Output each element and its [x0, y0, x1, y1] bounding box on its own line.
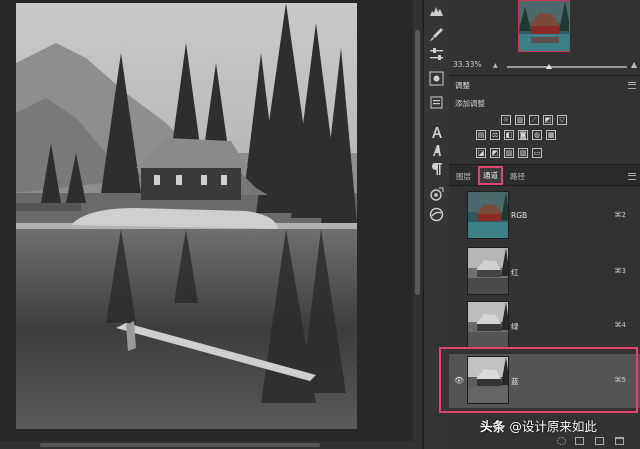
- add-adjustment-label: 添加调整: [455, 99, 485, 108]
- black-white-icon[interactable]: ◧: [504, 130, 514, 140]
- tab-channels[interactable]: 通道: [478, 166, 503, 185]
- channel-mixer-icon[interactable]: ◍: [532, 130, 542, 140]
- scrollbar-thumb[interactable]: [40, 443, 320, 447]
- navigator-preview-image: [519, 1, 569, 51]
- zoom-in-icon[interactable]: ▲: [631, 60, 637, 69]
- navigator-icon[interactable]: [428, 70, 445, 87]
- vibrance-icon[interactable]: ▽: [557, 115, 567, 125]
- libraries-icon[interactable]: [428, 206, 445, 223]
- tab-layers[interactable]: 图层: [453, 169, 474, 184]
- posterize-icon[interactable]: ◩: [490, 148, 500, 158]
- visibility-toggle[interactable]: [454, 211, 464, 221]
- panel-menu-icon[interactable]: [628, 173, 636, 180]
- hue-saturation-icon[interactable]: ▤: [476, 130, 486, 140]
- properties-icon[interactable]: [428, 94, 445, 111]
- channel-row-red[interactable]: 红 ⌘3: [449, 245, 640, 299]
- channel-name: RGB: [511, 211, 528, 220]
- channel-thumbnail: [467, 247, 509, 295]
- adjustments-panel: 调整 添加调整 ☼ ▥ ⟋ ◩ ▽ ▤ ⚖ ◧ ◙ ◍ ▦ ◪ ◩ ▨ ▧ ▭: [449, 76, 640, 165]
- document-image[interactable]: [16, 3, 357, 429]
- layers-channels-paths-tabs: 图层 通道 路径: [449, 165, 640, 186]
- levels-icon[interactable]: ▥: [515, 115, 525, 125]
- curves-icon[interactable]: ⟋: [529, 115, 539, 125]
- canvas-vertical-scrollbar[interactable]: [413, 0, 422, 449]
- channel-name: 绿: [511, 322, 519, 331]
- threshold-icon[interactable]: ▨: [504, 148, 514, 158]
- channel-row-rgb[interactable]: RGB ⌘2: [449, 189, 640, 243]
- adjustments-tab[interactable]: 调整: [455, 80, 470, 91]
- channel-thumbnail: [467, 301, 509, 349]
- panel-menu-icon[interactable]: [628, 82, 636, 89]
- paragraph-icon[interactable]: [428, 160, 445, 177]
- channels-footer: [449, 433, 640, 449]
- lake-cabin-photo: [16, 3, 357, 429]
- brush-settings-icon[interactable]: [428, 186, 445, 203]
- load-selection-icon[interactable]: [557, 437, 566, 445]
- navigator-zoom-slider[interactable]: [507, 64, 627, 69]
- new-channel-icon[interactable]: [595, 437, 604, 445]
- character-icon[interactable]: [428, 124, 445, 141]
- save-selection-icon[interactable]: [575, 437, 584, 445]
- trash-icon[interactable]: [615, 437, 624, 445]
- photo-filter-icon[interactable]: ◙: [518, 130, 528, 140]
- sliders-icon[interactable]: [428, 46, 445, 63]
- color-balance-icon[interactable]: ⚖: [490, 130, 500, 140]
- navigator-zoom-value[interactable]: 33.33%: [453, 60, 482, 69]
- brush-icon[interactable]: [428, 26, 445, 43]
- brightness-contrast-icon[interactable]: ☼: [501, 115, 511, 125]
- glyphs-icon[interactable]: [428, 142, 445, 159]
- watermark-brand: 头条: [480, 419, 506, 434]
- selected-channel-highlight: [439, 347, 638, 413]
- channel-row-green[interactable]: 绿 ⌘4: [449, 299, 640, 353]
- visibility-toggle[interactable]: [454, 321, 464, 331]
- navigator-panel: 33.33% ▲ ▲: [449, 0, 640, 76]
- exposure-icon[interactable]: ◩: [543, 115, 553, 125]
- channel-shortcut: ⌘3: [614, 267, 626, 275]
- gradient-map-icon[interactable]: ▭: [532, 148, 542, 158]
- channel-name: 红: [511, 268, 519, 277]
- canvas-area[interactable]: [0, 0, 413, 449]
- color-lookup-icon[interactable]: ▦: [546, 130, 556, 140]
- channel-thumbnail: [467, 191, 509, 239]
- canvas-horizontal-scrollbar[interactable]: [0, 441, 413, 449]
- watermark: 头条 @设计原来如此: [480, 416, 597, 435]
- tab-paths[interactable]: 路径: [507, 169, 528, 184]
- watermark-handle: @设计原来如此: [509, 419, 597, 434]
- invert-icon[interactable]: ◪: [476, 148, 486, 158]
- histogram-icon[interactable]: [428, 2, 445, 19]
- channel-shortcut: ⌘2: [614, 211, 626, 219]
- navigator-thumbnail[interactable]: [518, 0, 570, 52]
- scrollbar-thumb[interactable]: [415, 30, 420, 295]
- visibility-toggle[interactable]: [454, 267, 464, 277]
- selective-color-icon[interactable]: ▧: [518, 148, 528, 158]
- zoom-out-icon[interactable]: ▲: [493, 62, 498, 69]
- channel-shortcut: ⌘4: [614, 321, 626, 329]
- zoom-slider-handle[interactable]: [546, 64, 552, 69]
